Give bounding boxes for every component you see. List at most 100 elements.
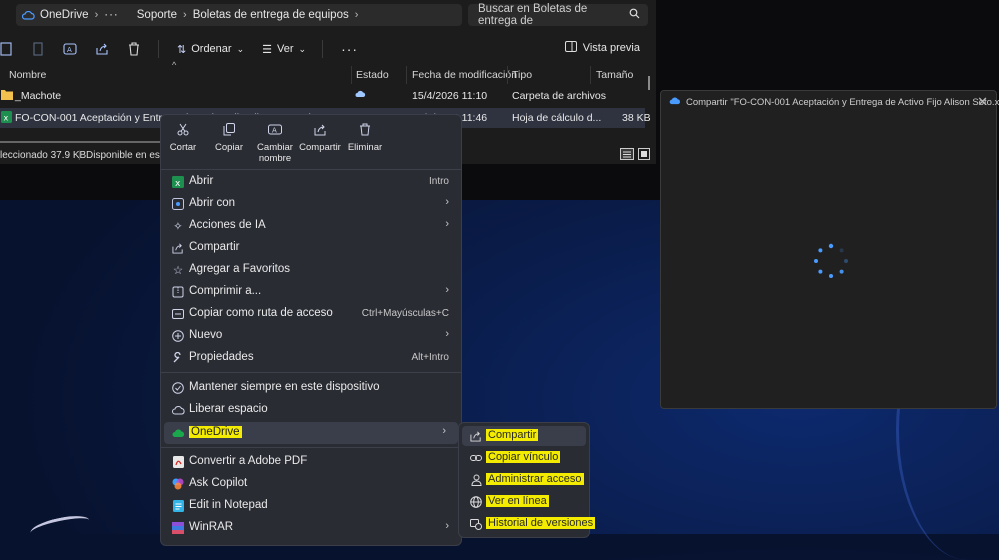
rename-button[interactable]: A Cambiar nombre	[252, 123, 298, 164]
menu-item-open[interactable]: x Abrir Intro	[161, 171, 461, 193]
close-icon[interactable]: ✕	[977, 94, 988, 110]
menu-item-share[interactable]: Compartir	[161, 237, 461, 259]
more-breadcrumbs-icon[interactable]: ···	[104, 9, 119, 21]
menu-item-label: Acciones de IA	[189, 219, 266, 231]
selection-size: leccionado 37.9 KB	[0, 150, 87, 161]
onedrive-cloud-icon	[669, 97, 681, 108]
submenu-item-copy-link[interactable]: Copiar vínculo	[462, 448, 586, 468]
breadcrumb-item-soporte[interactable]: Soporte	[137, 9, 177, 21]
menu-item-label: Mantener siempre en este dispositivo	[189, 381, 380, 393]
menu-divider	[161, 372, 461, 373]
menu-item-open-with[interactable]: Abrir con ›	[161, 193, 461, 215]
chevron-down-icon: ⌄	[236, 43, 245, 54]
chevron-right-icon: ›	[445, 196, 449, 208]
menu-item-label: Ask Copilot	[189, 477, 248, 489]
rename-icon[interactable]: A	[62, 41, 78, 57]
menu-item-ask-copilot[interactable]: Ask Copilot	[161, 473, 461, 495]
delete-label: Eliminar	[347, 142, 383, 153]
file-size: 38 KB	[622, 112, 651, 124]
menu-item-onedrive[interactable]: OneDrive ›	[164, 422, 458, 444]
file-type: Hoja de cálculo d...	[512, 112, 602, 124]
cloud-check-icon	[171, 381, 185, 395]
column-divider[interactable]	[406, 66, 407, 84]
highlighted-label: OneDrive	[189, 426, 242, 438]
column-divider[interactable]	[507, 66, 508, 84]
submenu-item-label: Administrar acceso	[486, 473, 584, 485]
menu-item-new[interactable]: Nuevo ›	[161, 325, 461, 347]
chevron-right-icon: ›	[445, 520, 449, 532]
delete-icon[interactable]	[126, 41, 142, 57]
preview-pane-label: Vista previa	[582, 42, 640, 54]
table-row[interactable]: _Machote 15/4/2026 11:10 Carpeta de arch…	[0, 86, 645, 106]
preview-pane-button[interactable]: Vista previa	[564, 41, 640, 55]
submenu-item-label: Ver en línea	[486, 495, 549, 507]
wrench-icon	[171, 351, 185, 365]
menu-item-winrar[interactable]: WinRAR ›	[161, 517, 461, 539]
path-icon	[171, 307, 185, 321]
notepad-icon	[171, 499, 185, 513]
chevron-right-icon: ›	[445, 218, 449, 230]
star-icon: ☆	[172, 265, 184, 277]
file-date: 15/4/2026 11:10	[412, 90, 488, 102]
share-button[interactable]: Compartir	[298, 123, 342, 153]
rename-label: Cambiar nombre	[257, 142, 293, 164]
cut-button[interactable]: Cortar	[161, 123, 205, 153]
menu-item-label: WinRAR	[189, 521, 234, 533]
column-header-name[interactable]: Nombre	[9, 69, 46, 81]
chevron-right-icon[interactable]: ›	[183, 9, 187, 21]
submenu-item-view-online[interactable]: Ver en línea	[462, 492, 586, 512]
tiles-view-icon[interactable]	[638, 148, 650, 163]
pdf-icon	[171, 455, 185, 469]
menu-item-ai-actions[interactable]: ✧ Acciones de IA ›	[161, 215, 461, 237]
rename-icon: A	[252, 123, 298, 137]
submenu-item-share[interactable]: Compartir	[462, 426, 586, 446]
menu-item-convert-pdf[interactable]: Convertir a Adobe PDF	[161, 451, 461, 473]
search-icon	[629, 8, 640, 22]
excel-file-icon: x	[1, 111, 12, 126]
menu-item-keep-on-device[interactable]: Mantener siempre en este dispositivo	[161, 377, 461, 399]
delete-button[interactable]: Eliminar	[343, 123, 387, 153]
column-header-status[interactable]: Estado	[356, 69, 389, 81]
column-divider[interactable]	[590, 66, 591, 84]
chevron-right-icon: ›	[442, 425, 446, 437]
search-input[interactable]: Buscar en Boletas de entrega de	[468, 3, 648, 27]
cut-icon[interactable]	[30, 41, 46, 57]
column-header-date[interactable]: Fecha de modificación	[412, 69, 517, 81]
view-label: Ver	[277, 43, 294, 55]
more-options-button[interactable]: ···	[341, 41, 358, 57]
copy-icon	[207, 123, 251, 137]
breadcrumb: OneDrive › ··· Soporte › Boletas de entr…	[16, 9, 364, 21]
loading-spinner-icon	[814, 243, 848, 278]
view-button[interactable]: ☰ Ver ⌄	[262, 43, 306, 56]
svg-text:x: x	[4, 114, 9, 123]
vertical-scrollbar[interactable]	[648, 76, 650, 90]
menu-item-properties[interactable]: Propiedades Alt+Intro	[161, 347, 461, 369]
share-icon[interactable]	[94, 41, 110, 57]
new-item-icon[interactable]	[0, 41, 14, 57]
onedrive-icon	[171, 426, 185, 440]
submenu-item-version-history[interactable]: Historial de versiones	[462, 514, 596, 534]
details-view-icon[interactable]	[620, 148, 634, 163]
menu-item-edit-notepad[interactable]: Edit in Notepad	[161, 495, 461, 517]
copy-button[interactable]: Copiar	[207, 123, 251, 153]
chevron-right-icon[interactable]: ›	[95, 9, 99, 21]
history-icon	[469, 517, 483, 531]
breadcrumb-item-onedrive[interactable]: OneDrive	[40, 9, 89, 21]
menu-item-compress[interactable]: Comprimir a... ›	[161, 281, 461, 303]
breadcrumb-item-boletas[interactable]: Boletas de entrega de equipos	[193, 9, 349, 21]
menu-item-copy-path[interactable]: Copiar como ruta de acceso Ctrl+Mayúscul…	[161, 303, 461, 325]
copilot-icon	[171, 477, 185, 491]
column-divider[interactable]	[351, 66, 352, 84]
menu-item-add-favorites[interactable]: ☆ Agregar a Favoritos	[161, 259, 461, 281]
submenu-item-manage-access[interactable]: Administrar acceso	[462, 470, 586, 490]
context-menu: Cortar Copiar A Cambiar nombre Compartir…	[160, 114, 462, 546]
column-header-type[interactable]: Tipo	[512, 69, 532, 81]
column-header-size[interactable]: Tamaño	[596, 69, 633, 81]
address-bar[interactable]: OneDrive › ··· Soporte › Boletas de entr…	[16, 4, 462, 26]
chevron-right-icon[interactable]: ›	[355, 9, 359, 21]
menu-item-free-space[interactable]: Liberar espacio	[161, 399, 461, 421]
sort-button[interactable]: ⇅ Ordenar ⌄	[177, 43, 244, 56]
excel-icon: x	[171, 175, 185, 189]
open-with-icon	[171, 197, 185, 211]
share-icon	[171, 241, 185, 255]
